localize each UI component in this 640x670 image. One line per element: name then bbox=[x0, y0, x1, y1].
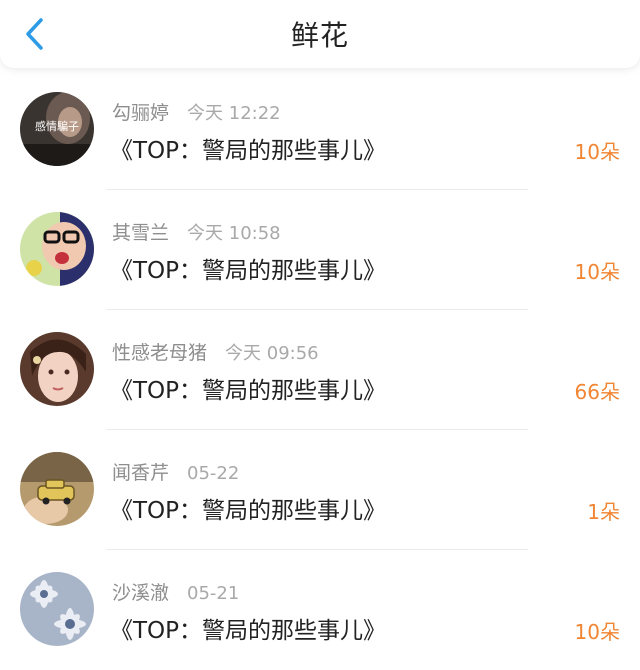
flower-count: 1朵 bbox=[587, 500, 620, 524]
user-name: 沙溪澈 05-21 bbox=[112, 578, 239, 605]
user-name-text: 闻香芹 bbox=[112, 462, 170, 484]
flower-count: 10朵 bbox=[574, 140, 620, 164]
avatar[interactable]: 感情騙子 bbox=[20, 92, 94, 166]
flower-count: 66朵 bbox=[574, 380, 620, 404]
user-name-text: 其雪兰 bbox=[112, 222, 170, 244]
user-name-text: 勾骊婷 bbox=[112, 102, 170, 124]
avatar[interactable] bbox=[20, 452, 94, 526]
list-item[interactable]: 感情騙子 勾骊婷 今天 12:22 《TOP：警局的那些事儿》 10朵 bbox=[0, 70, 640, 190]
user-name: 闻香芹 05-22 bbox=[112, 458, 239, 485]
user-name: 勾骊婷 今天 12:22 bbox=[112, 98, 281, 125]
flower-count: 10朵 bbox=[574, 260, 620, 284]
flower-count: 10朵 bbox=[574, 620, 620, 644]
post-time: 05-21 bbox=[187, 583, 240, 604]
post-time: 05-22 bbox=[187, 463, 240, 484]
top-bar: 鲜花 bbox=[0, 0, 640, 68]
avatar[interactable] bbox=[20, 572, 94, 646]
user-name-text: 性感老母猪 bbox=[112, 342, 208, 364]
post-time: 今天 09:56 bbox=[225, 343, 319, 364]
list-item[interactable]: 沙溪澈 05-21 《TOP：警局的那些事儿》 10朵 bbox=[0, 550, 640, 670]
avatar[interactable] bbox=[20, 212, 94, 286]
list-item[interactable]: 其雪兰 今天 10:58 《TOP：警局的那些事儿》 10朵 bbox=[0, 190, 640, 310]
post-title[interactable]: 《TOP：警局的那些事儿》 bbox=[110, 491, 386, 525]
post-title[interactable]: 《TOP：警局的那些事儿》 bbox=[110, 251, 386, 285]
post-title[interactable]: 《TOP：警局的那些事儿》 bbox=[110, 611, 386, 645]
post-title[interactable]: 《TOP：警局的那些事儿》 bbox=[110, 131, 386, 165]
avatar[interactable] bbox=[20, 332, 94, 406]
post-time: 今天 12:22 bbox=[187, 103, 281, 124]
flower-list: 感情騙子 勾骊婷 今天 12:22 《TOP：警局的那些事儿》 10朵 其雪兰 今天… bbox=[0, 70, 640, 670]
user-name: 性感老母猪 今天 09:56 bbox=[112, 338, 319, 365]
post-title[interactable]: 《TOP：警局的那些事儿》 bbox=[110, 371, 386, 405]
list-item[interactable]: 闻香芹 05-22 《TOP：警局的那些事儿》 1朵 bbox=[0, 430, 640, 550]
post-time: 今天 10:58 bbox=[187, 223, 281, 244]
page-title: 鲜花 bbox=[290, 19, 349, 52]
list-item[interactable]: 性感老母猪 今天 09:56 《TOP：警局的那些事儿》 66朵 bbox=[0, 310, 640, 430]
user-name-text: 沙溪澈 bbox=[112, 582, 170, 604]
avatar-caption: 感情騙子 bbox=[35, 119, 79, 133]
user-name: 其雪兰 今天 10:58 bbox=[112, 218, 281, 245]
